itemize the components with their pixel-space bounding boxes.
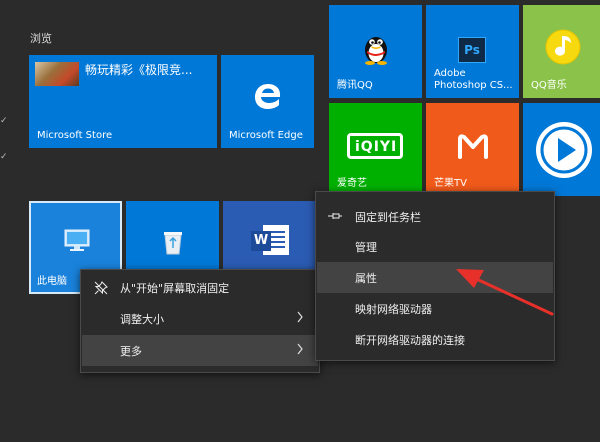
qq-music-icon: [545, 29, 581, 65]
tile-label: Adobe Photoshop CS...: [434, 68, 513, 91]
tile-label: 爱奇艺: [337, 178, 367, 189]
edge-icon: [255, 84, 281, 109]
qq-penguin-icon: [365, 37, 387, 65]
tile-microsoft-store[interactable]: 畅玩精彩《极限竞... Microsoft Store: [29, 55, 217, 148]
menu-item-resize[interactable]: 调整大小: [82, 303, 318, 334]
unpin-icon: [94, 281, 108, 295]
menu-label: 更多: [120, 344, 142, 358]
menu-item-disconnect-drive[interactable]: 断开网络驱动器的连接: [317, 324, 553, 355]
menu-label: 管理: [355, 240, 377, 254]
tile-tencent-qq[interactable]: 腾讯QQ: [329, 5, 422, 98]
computer-icon: [64, 229, 90, 251]
menu-item-unpin[interactable]: 从"开始"屏幕取消固定: [82, 272, 318, 303]
tile-label: 此电脑: [37, 276, 67, 287]
featured-thumbnail: [35, 62, 79, 86]
tile-adobe-photoshop[interactable]: Ps Adobe Photoshop CS...: [426, 5, 519, 98]
play-icon: [536, 122, 592, 178]
photoshop-icon: Ps: [458, 37, 486, 63]
featured-text: 畅玩精彩《极限竞...: [85, 63, 193, 77]
recycle-bin-icon: [164, 232, 182, 255]
tile-label: 腾讯QQ: [337, 80, 373, 91]
menu-item-more[interactable]: 更多: [82, 335, 318, 366]
tile-qq-music[interactable]: QQ音乐: [523, 5, 600, 98]
mango-tv-icon: [458, 134, 488, 159]
menu-item-manage[interactable]: 管理: [317, 231, 553, 262]
tile-label: 芒果TV: [434, 178, 467, 189]
annotation-arrow: [456, 269, 554, 316]
menu-label: 断开网络驱动器的连接: [355, 333, 465, 347]
iqiyi-logo-icon: iQIYI: [347, 133, 403, 159]
menu-label: 调整大小: [120, 312, 164, 326]
word-icon: W: [251, 231, 271, 251]
pin-icon: [328, 213, 342, 219]
menu-label: 固定到任务栏: [355, 210, 421, 224]
group-label: 浏览: [30, 32, 52, 45]
rail-check-1: ✓: [0, 116, 8, 126]
tile-media-player[interactable]: [523, 103, 600, 196]
chevron-right-icon: [297, 343, 303, 355]
chevron-right-icon: [297, 311, 303, 323]
menu-label: 属性: [355, 271, 377, 285]
menu-label: 映射网络驱动器: [355, 302, 432, 316]
tile-iqiyi[interactable]: iQIYI 爱奇艺: [329, 103, 422, 196]
context-menu: 从"开始"屏幕取消固定 调整大小 更多: [80, 269, 320, 373]
tile-mango-tv[interactable]: 芒果TV: [426, 103, 519, 196]
tile-label: Microsoft Edge: [229, 130, 303, 141]
tile-label: Microsoft Store: [37, 130, 113, 141]
menu-item-pin-taskbar[interactable]: 固定到任务栏: [317, 201, 553, 232]
rail-check-2: ✓: [0, 152, 8, 162]
tile-label: QQ音乐: [531, 80, 567, 91]
tile-microsoft-edge[interactable]: Microsoft Edge: [221, 55, 314, 148]
menu-label: 从"开始"屏幕取消固定: [120, 281, 230, 295]
